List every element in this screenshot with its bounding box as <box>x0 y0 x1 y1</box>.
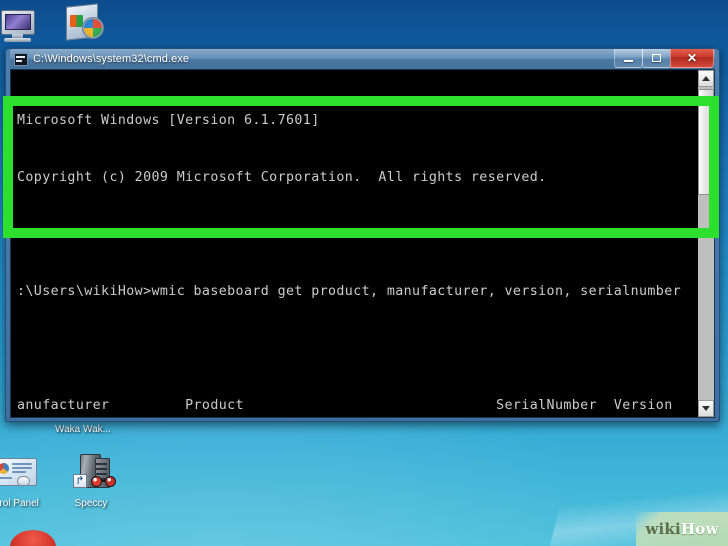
maximize-button[interactable] <box>642 49 671 68</box>
glasses-icon <box>91 476 117 487</box>
computer-icon <box>0 4 41 48</box>
console-line-blank-2 <box>17 339 697 358</box>
desktop-icon-speccy[interactable]: ↱ Speccy <box>52 452 130 510</box>
minimize-button[interactable] <box>614 49 643 68</box>
chevron-up-icon <box>702 76 710 81</box>
close-button[interactable]: ✕ <box>670 49 714 68</box>
console-line-copyright: Copyright (c) 2009 Microsoft Corporation… <box>17 170 547 185</box>
desktop-icon-partial-red[interactable] <box>10 530 56 546</box>
console-output[interactable]: Microsoft Windows [Version 6.1.7601] Cop… <box>11 70 697 417</box>
cmd-window[interactable]: C:\Windows\system32\cmd.exe ✕ Microsoft … <box>5 48 720 422</box>
desktop-icon-label: ntrol Panel <box>0 498 39 509</box>
window-title: C:\Windows\system32\cmd.exe <box>33 53 190 65</box>
desktop-icon-software-box[interactable] <box>44 0 122 46</box>
window-controls: ✕ <box>614 49 714 68</box>
console-scrollbar[interactable] <box>697 70 714 417</box>
chevron-down-icon <box>702 406 710 411</box>
console-line-version: Microsoft Windows [Version 6.1.7601] <box>17 113 320 128</box>
watermark-wiki-text: wiki <box>645 520 681 538</box>
speccy-icon: ↱ <box>67 452 117 496</box>
console-client-area[interactable]: Microsoft Windows [Version 6.1.7601] Cop… <box>10 69 715 418</box>
desktop-icon-label: Waka Wak... <box>55 424 111 435</box>
desktop-icon-label: Speccy <box>74 498 108 509</box>
minimize-icon <box>624 60 633 62</box>
desktop-icon-control-panel[interactable]: ntrol Panel <box>0 452 54 510</box>
scrollbar-track[interactable] <box>698 87 714 400</box>
maximize-icon <box>652 54 661 62</box>
console-line-blank-1 <box>17 225 697 244</box>
console-line-command: :\Users\wikiHow>wmic baseboard get produ… <box>17 284 682 299</box>
console-icon <box>14 52 28 66</box>
software-box-icon <box>59 0 107 44</box>
close-icon: ✕ <box>686 51 698 65</box>
scrollbar-thumb[interactable] <box>698 89 714 195</box>
wikihow-watermark: wiki How <box>636 512 728 546</box>
shortcut-arrow-icon: ↱ <box>73 474 87 488</box>
scroll-down-arrow[interactable] <box>698 400 714 417</box>
cmd-title-bar[interactable]: C:\Windows\system32\cmd.exe ✕ <box>10 49 715 69</box>
console-line-table-headers: anufacturer Product SerialNumber Version <box>17 398 673 413</box>
scroll-up-arrow[interactable] <box>698 70 714 87</box>
watermark-how-text: How <box>680 520 719 538</box>
control-panel-icon <box>0 452 39 496</box>
